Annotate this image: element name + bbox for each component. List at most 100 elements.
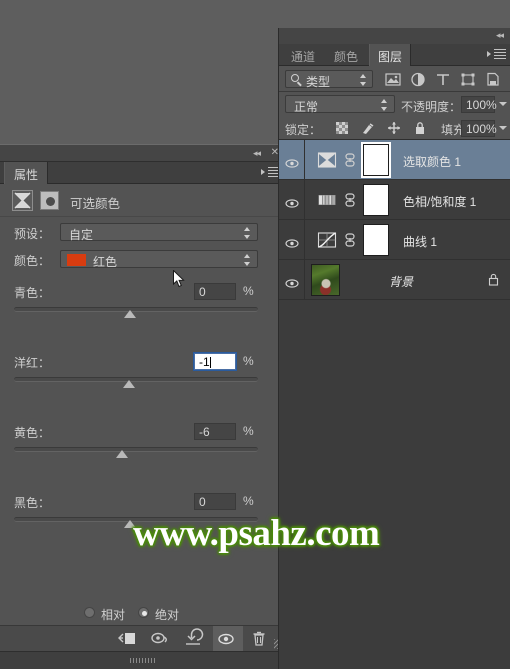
panel-menu-arrow-icon <box>487 51 491 57</box>
mask-link-icon[interactable] <box>345 153 355 167</box>
slider-magenta-track[interactable] <box>14 377 258 382</box>
selective-color-adjustment-icon <box>317 150 337 170</box>
mask-link-icon[interactable] <box>345 233 355 247</box>
color-value: 红色 <box>93 255 118 269</box>
toggle-previous-state-icon[interactable] <box>147 626 177 652</box>
tab-layers[interactable]: 图层 <box>369 44 412 66</box>
hue-saturation-adjustment-icon <box>317 190 337 210</box>
layer-name: 曲线 1 <box>403 235 438 249</box>
slider-magenta-input[interactable]: -1 <box>193 352 237 371</box>
slider-magenta-thumb[interactable] <box>123 380 135 388</box>
layer-list: 选取颜色 1 色相/饱和度 1 曲线 1 背景 <box>279 140 510 333</box>
grip-dots-icon <box>130 658 156 663</box>
mask-dot-icon <box>46 197 55 206</box>
filter-type-layers-icon[interactable] <box>435 72 451 87</box>
blend-mode-value: 正常 <box>294 100 319 114</box>
lock-transparent-pixels-icon[interactable] <box>335 121 349 135</box>
slider-yellow-input[interactable]: -6 <box>194 423 236 440</box>
lock-label: 锁定： <box>285 123 322 137</box>
slider-cyan-track[interactable] <box>14 307 258 312</box>
filter-kind-dropdown[interactable]: 类型 <box>285 70 373 89</box>
toggle-visibility-icon[interactable] <box>213 626 243 652</box>
eye-icon <box>285 235 299 248</box>
filter-kind-label: 类型 <box>306 75 331 89</box>
layer-thumbnail[interactable] <box>311 264 340 296</box>
chevron-updown-icon <box>360 74 367 86</box>
preset-value: 自定 <box>69 228 94 242</box>
delete-icon[interactable] <box>246 626 276 652</box>
eye-icon <box>285 275 299 288</box>
filter-shape-layers-icon[interactable] <box>460 72 476 87</box>
color-swatch <box>67 254 86 266</box>
lock-all-icon[interactable] <box>413 121 427 135</box>
tab-color[interactable]: 颜色 <box>326 44 366 66</box>
layer-mask-thumbnail[interactable] <box>361 142 391 178</box>
layer-name: 选取颜色 1 <box>403 155 462 169</box>
properties-panel: ◂◂ ✕ 属性 可选颜色 预设： 自定 颜色： 红色 青色： 0 % 洋红： -… <box>0 144 286 669</box>
slider-cyan-thumb[interactable] <box>124 310 136 318</box>
properties-footer <box>0 625 286 652</box>
blend-mode-dropdown[interactable]: 正常 <box>285 95 395 114</box>
color-dropdown[interactable]: 红色 <box>60 250 258 269</box>
slider-magenta-unit: % <box>243 354 254 368</box>
radio-relative-dot <box>84 607 95 618</box>
layer-mask-thumbnail[interactable] <box>363 184 389 216</box>
opacity-input[interactable]: 100% <box>461 96 497 113</box>
layer-mask-thumbnail[interactable] <box>40 191 59 210</box>
layer-visibility-toggle[interactable] <box>279 180 305 219</box>
lock-image-pixels-icon[interactable] <box>361 121 375 135</box>
preset-row: 预设： 自定 <box>0 223 286 243</box>
tab-channels[interactable]: 通道 <box>283 44 323 66</box>
tab-properties[interactable]: 属性 <box>4 162 49 184</box>
search-icon <box>291 74 299 82</box>
filter-adjustment-layers-icon[interactable] <box>410 72 426 87</box>
layer-visibility-toggle[interactable] <box>279 220 305 259</box>
reset-icon[interactable] <box>180 626 210 652</box>
radio-relative-label: 相对 <box>101 608 126 622</box>
fill-input[interactable]: 100% <box>461 120 497 137</box>
preset-dropdown[interactable]: 自定 <box>60 223 258 242</box>
properties-titlebar: ◂◂ ✕ <box>0 145 286 162</box>
clip-to-layer-icon[interactable] <box>114 626 144 652</box>
double-chevron-left-icon[interactable]: ◂◂ <box>496 30 504 41</box>
slider-yellow-track[interactable] <box>14 447 258 452</box>
table-row[interactable]: 选取颜色 1 <box>279 140 510 180</box>
slider-yellow-label: 黄色： <box>14 426 51 440</box>
slider-magenta-label: 洋红： <box>14 356 51 370</box>
chevron-updown-icon <box>381 99 388 111</box>
slider-yellow-thumb[interactable] <box>116 450 128 458</box>
panel-menu-icon[interactable] <box>487 48 507 61</box>
panel-drag-grip[interactable] <box>0 651 286 669</box>
lock-row: 锁定： 填充： 100% <box>279 116 510 140</box>
lock-position-icon[interactable] <box>387 121 401 135</box>
layer-visibility-toggle[interactable] <box>279 140 305 179</box>
lock-icon[interactable] <box>488 273 499 286</box>
double-chevron-left-icon[interactable]: ◂◂ <box>253 148 261 159</box>
tab-color-label: 颜色 <box>334 50 359 64</box>
watermark-text: www.psahz.com <box>133 513 380 554</box>
slider-black-input[interactable]: 0 <box>194 493 236 510</box>
layer-name: 背景 <box>389 275 414 289</box>
table-row[interactable]: 背景 <box>279 260 510 300</box>
slider-black-label: 黑色： <box>14 496 51 510</box>
filter-smart-objects-icon[interactable] <box>485 72 501 87</box>
layer-mask-thumbnail[interactable] <box>363 224 389 256</box>
curves-adjustment-icon <box>317 230 337 250</box>
mask-link-icon[interactable] <box>345 193 355 207</box>
blend-mode-row: 正常 不透明度： 100% <box>279 92 510 116</box>
radio-absolute-label: 绝对 <box>155 608 180 622</box>
table-row[interactable]: 色相/饱和度 1 <box>279 180 510 220</box>
selective-color-adjustment-icon[interactable] <box>12 190 33 211</box>
chevron-updown-icon <box>244 227 251 239</box>
layer-visibility-toggle[interactable] <box>279 260 305 299</box>
mouse-pointer-icon <box>173 269 185 288</box>
table-row[interactable]: 曲线 1 <box>279 220 510 260</box>
filter-pixel-layers-icon[interactable] <box>385 72 401 87</box>
panel-menu-arrow-icon <box>261 169 265 175</box>
tab-layers-label: 图层 <box>378 50 403 64</box>
slider-cyan-input[interactable]: 0 <box>194 283 236 300</box>
photoshop-window: ◂◂ ✕ 属性 可选颜色 预设： 自定 颜色： 红色 青色： 0 % 洋红： -… <box>0 0 510 669</box>
chevron-down-icon[interactable] <box>499 126 507 130</box>
chevron-down-icon[interactable] <box>499 102 507 106</box>
method-radio-group: 相对 绝对 <box>0 605 286 625</box>
